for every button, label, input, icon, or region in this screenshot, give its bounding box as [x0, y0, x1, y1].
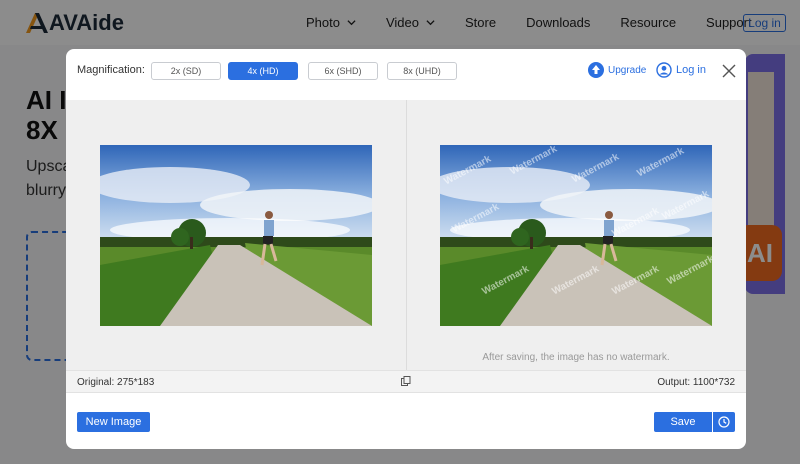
magnification-label: Magnification: [77, 64, 145, 76]
copy-icon[interactable] [401, 376, 411, 386]
new-image-button[interactable]: New Image [77, 412, 150, 432]
info-bar: Original: 275*183 Output: 1100*732 [66, 370, 746, 393]
magnification-2x-button[interactable]: 2x (SD) [151, 62, 221, 80]
close-icon[interactable] [722, 64, 736, 78]
user-circle-icon [656, 62, 672, 78]
dialog-header: Magnification: 2x (SD) 4x (HD) 6x (SHD) … [66, 49, 746, 100]
upgrade-label: Upgrade [608, 64, 647, 76]
magnification-6x-button[interactable]: 6x (SHD) [308, 62, 378, 80]
watermark-note: After saving, the image has no watermark… [482, 352, 670, 363]
magnification-4x-button[interactable]: 4x (HD) [228, 62, 298, 80]
dialog-login-link[interactable]: Log in [656, 62, 706, 78]
upscale-dialog: Magnification: 2x (SD) 4x (HD) 6x (SHD) … [66, 49, 746, 449]
clock-icon [718, 416, 730, 428]
login-label: Log in [676, 64, 706, 76]
output-image: Watermark Watermark Watermark Watermark … [440, 145, 712, 326]
preview-area: Watermark Watermark Watermark Watermark … [66, 100, 746, 370]
original-image [100, 145, 372, 326]
preview-divider [406, 100, 407, 370]
original-size: Original: 275*183 [77, 377, 155, 388]
history-button[interactable] [713, 412, 735, 432]
arrow-up-circle-icon [588, 62, 604, 78]
save-button[interactable]: Save [654, 412, 712, 432]
output-size: Output: 1100*732 [657, 377, 735, 388]
magnification-8x-button[interactable]: 8x (UHD) [387, 62, 457, 80]
upgrade-link[interactable]: Upgrade [588, 62, 646, 78]
